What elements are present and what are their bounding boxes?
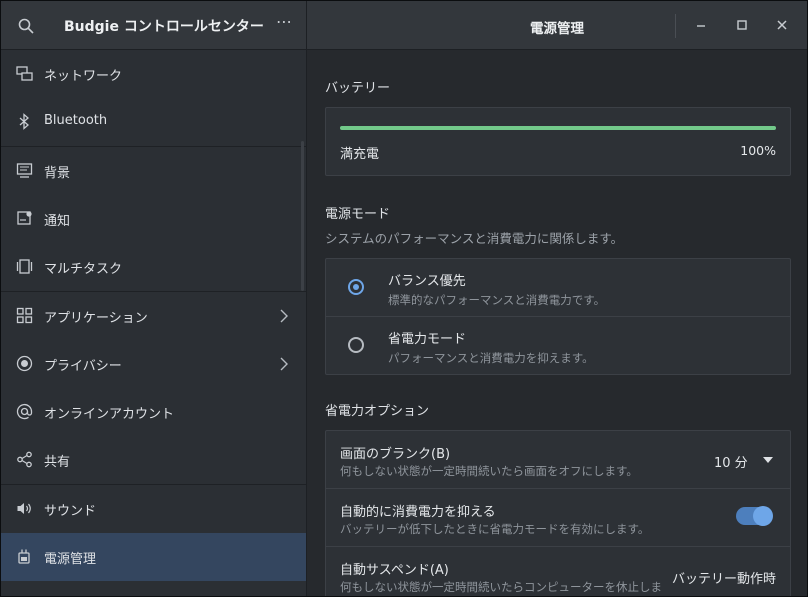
- row-title: 画面のブランク(B): [340, 447, 451, 462]
- battery-level-bar: [340, 126, 776, 130]
- maximize-icon[interactable]: [732, 15, 752, 35]
- sidebar-header: Budgie コントロールセンター ⋯: [1, 1, 306, 50]
- row-subtitle: 何もしない状態が一定時間続いたら画面をオフにします。: [340, 464, 638, 478]
- privacy-icon: [16, 355, 33, 372]
- network-icon: [16, 66, 33, 81]
- sidebar-item-bluetooth[interactable]: Bluetooth: [1, 98, 306, 146]
- battery-level-fill: [340, 126, 776, 130]
- sidebar: Budgie コントロールセンター ⋯ ネットワーク Bluetooth 背景 …: [1, 1, 307, 596]
- header-divider: [675, 14, 676, 38]
- option-subtitle: 標準的なパフォーマンスと消費電力です。: [388, 293, 606, 307]
- sidebar-item-privacy[interactable]: プライバシー: [1, 340, 306, 388]
- online-accounts-icon: [16, 403, 33, 420]
- power-mode-card: バランス優先 標準的なパフォーマンスと消費電力です。 省電力モード パフォーマン…: [325, 258, 791, 375]
- power-mode-option-balanced[interactable]: バランス優先 標準的なパフォーマンスと消費電力です。: [326, 259, 790, 316]
- sidebar-item-applications[interactable]: アプリケーション: [1, 292, 306, 340]
- settings-window: Budgie コントロールセンター ⋯ ネットワーク Bluetooth 背景 …: [0, 0, 808, 597]
- multitasking-icon: [16, 259, 33, 274]
- row-subtitle: バッテリーが低下したときに省電力モードを有効にします。: [340, 522, 650, 536]
- row-title: 自動的に消費電力を抑える: [340, 505, 496, 520]
- power-saving-section-title: 省電力オプション: [325, 404, 430, 419]
- dropdown-arrow-icon[interactable]: [762, 456, 774, 464]
- sound-icon: [17, 503, 31, 514]
- radio-button-selected[interactable]: [348, 279, 364, 295]
- power-settings-panel: バッテリー 満充電 100% 電源モード システムのパフォーマンスと消費電力に関…: [307, 50, 807, 596]
- sidebar-item-multitasking[interactable]: マルチタスク: [1, 243, 306, 291]
- chevron-right-icon: [280, 357, 288, 371]
- blank-screen-value[interactable]: 10 分: [714, 452, 748, 471]
- sidebar-item-label: 電源管理: [44, 552, 97, 567]
- option-title: バランス優先: [388, 274, 466, 289]
- power-mode-option-power-saver[interactable]: 省電力モード パフォーマンスと消費電力を抑えます。: [326, 317, 790, 374]
- background-icon: [16, 163, 33, 178]
- toggle-knob: [753, 506, 773, 526]
- power-mode-section-subtitle: システムのパフォーマンスと消費電力に関係します。: [325, 231, 624, 246]
- option-subtitle: パフォーマンスと消費電力を抑えます。: [388, 351, 594, 365]
- auto-power-saver-toggle[interactable]: [736, 506, 773, 526]
- battery-status: 満充電: [340, 147, 380, 162]
- row-subtitle: 何もしない状態が一定時間続いたらコンピューターを休止しま…: [340, 580, 662, 594]
- sidebar-item-notifications[interactable]: 通知: [1, 195, 306, 243]
- close-icon[interactable]: [772, 15, 792, 35]
- row-title: 自動サスペンド(A): [340, 563, 449, 578]
- sidebar-item-sound[interactable]: サウンド: [1, 485, 306, 533]
- auto-suspend-value: バッテリー動作時: [671, 572, 776, 587]
- applications-icon: [16, 307, 33, 324]
- sidebar-item-label: マルチタスク: [44, 262, 123, 277]
- sidebar-item-label: アプリケーション: [44, 311, 148, 326]
- power-mode-section-title: 電源モード: [325, 207, 391, 222]
- battery-card: 満充電 100%: [325, 107, 791, 176]
- bluetooth-icon: [19, 113, 29, 130]
- sharing-icon: [17, 451, 32, 468]
- power-icon: [18, 549, 30, 564]
- sidebar-item-label: オンラインアカウント: [44, 407, 175, 422]
- sidebar-item-background[interactable]: 背景: [1, 147, 306, 195]
- auto-power-saver-row: 自動的に消費電力を抑える バッテリーが低下したときに省電力モードを有効にします。: [326, 489, 790, 546]
- sidebar-item-label: ネットワーク: [44, 69, 123, 84]
- sidebar-item-sharing[interactable]: 共有: [1, 436, 306, 484]
- option-title: 省電力モード: [388, 332, 467, 347]
- sidebar-item-label: プライバシー: [44, 359, 122, 374]
- minimize-icon[interactable]: [691, 15, 711, 35]
- notifications-icon: [17, 211, 32, 225]
- sidebar-item-label: 通知: [44, 214, 71, 229]
- sidebar-title: Budgie コントロールセンター: [64, 19, 264, 35]
- more-options-icon[interactable]: ⋯: [276, 12, 293, 31]
- radio-button[interactable]: [348, 337, 364, 353]
- sidebar-item-label: サウンド: [44, 504, 97, 519]
- blank-screen-row[interactable]: 画面のブランク(B) 何もしない状態が一定時間続いたら画面をオフにします。 10…: [326, 431, 790, 488]
- battery-section-title: バッテリー: [325, 81, 391, 96]
- sidebar-item-online-accounts[interactable]: オンラインアカウント: [1, 388, 306, 436]
- chevron-right-icon: [280, 309, 288, 323]
- power-saving-card: 画面のブランク(B) 何もしない状態が一定時間続いたら画面をオフにします。 10…: [325, 430, 791, 596]
- battery-percent: 100%: [740, 143, 776, 158]
- sidebar-item-power[interactable]: 電源管理: [1, 533, 306, 581]
- sidebar-item-network[interactable]: ネットワーク: [1, 50, 306, 98]
- sidebar-item-label: 背景: [44, 166, 71, 181]
- sidebar-scrollbar[interactable]: [301, 141, 304, 291]
- search-icon[interactable]: [17, 17, 35, 35]
- auto-suspend-row[interactable]: 自動サスペンド(A) 何もしない状態が一定時間続いたらコンピューターを休止しま……: [326, 547, 790, 596]
- header-bar: 電源管理: [307, 1, 807, 50]
- sidebar-item-label: 共有: [44, 455, 71, 470]
- sidebar-item-label: Bluetooth: [44, 113, 108, 128]
